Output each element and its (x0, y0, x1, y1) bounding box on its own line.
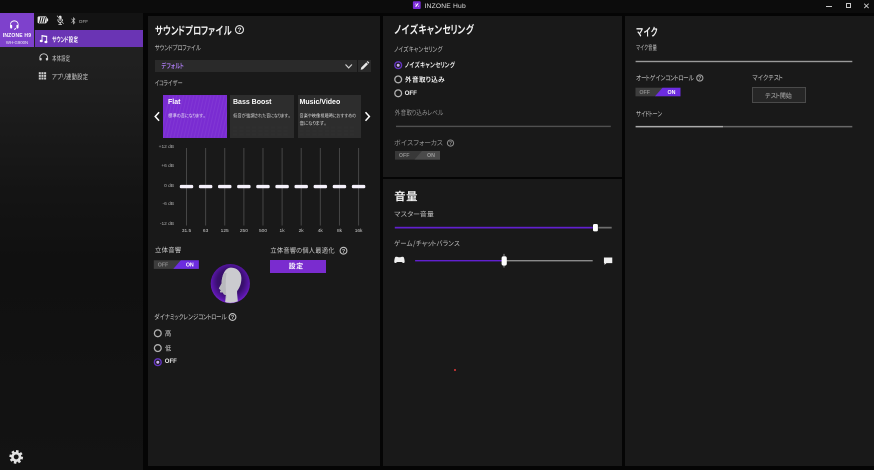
svg-text:ON: ON (427, 153, 435, 159)
svg-text:?: ? (237, 27, 241, 34)
svg-text:?: ? (698, 76, 701, 82)
svg-text:?: ? (231, 315, 235, 321)
svg-text:?: ? (342, 249, 346, 255)
svg-text:ON: ON (186, 263, 194, 269)
svg-text:ON: ON (668, 90, 676, 96)
svg-text:OFF: OFF (399, 153, 410, 159)
svg-text:OFF: OFF (639, 90, 650, 96)
svg-text:?: ? (449, 141, 452, 147)
svg-text:OFF: OFF (158, 263, 169, 269)
